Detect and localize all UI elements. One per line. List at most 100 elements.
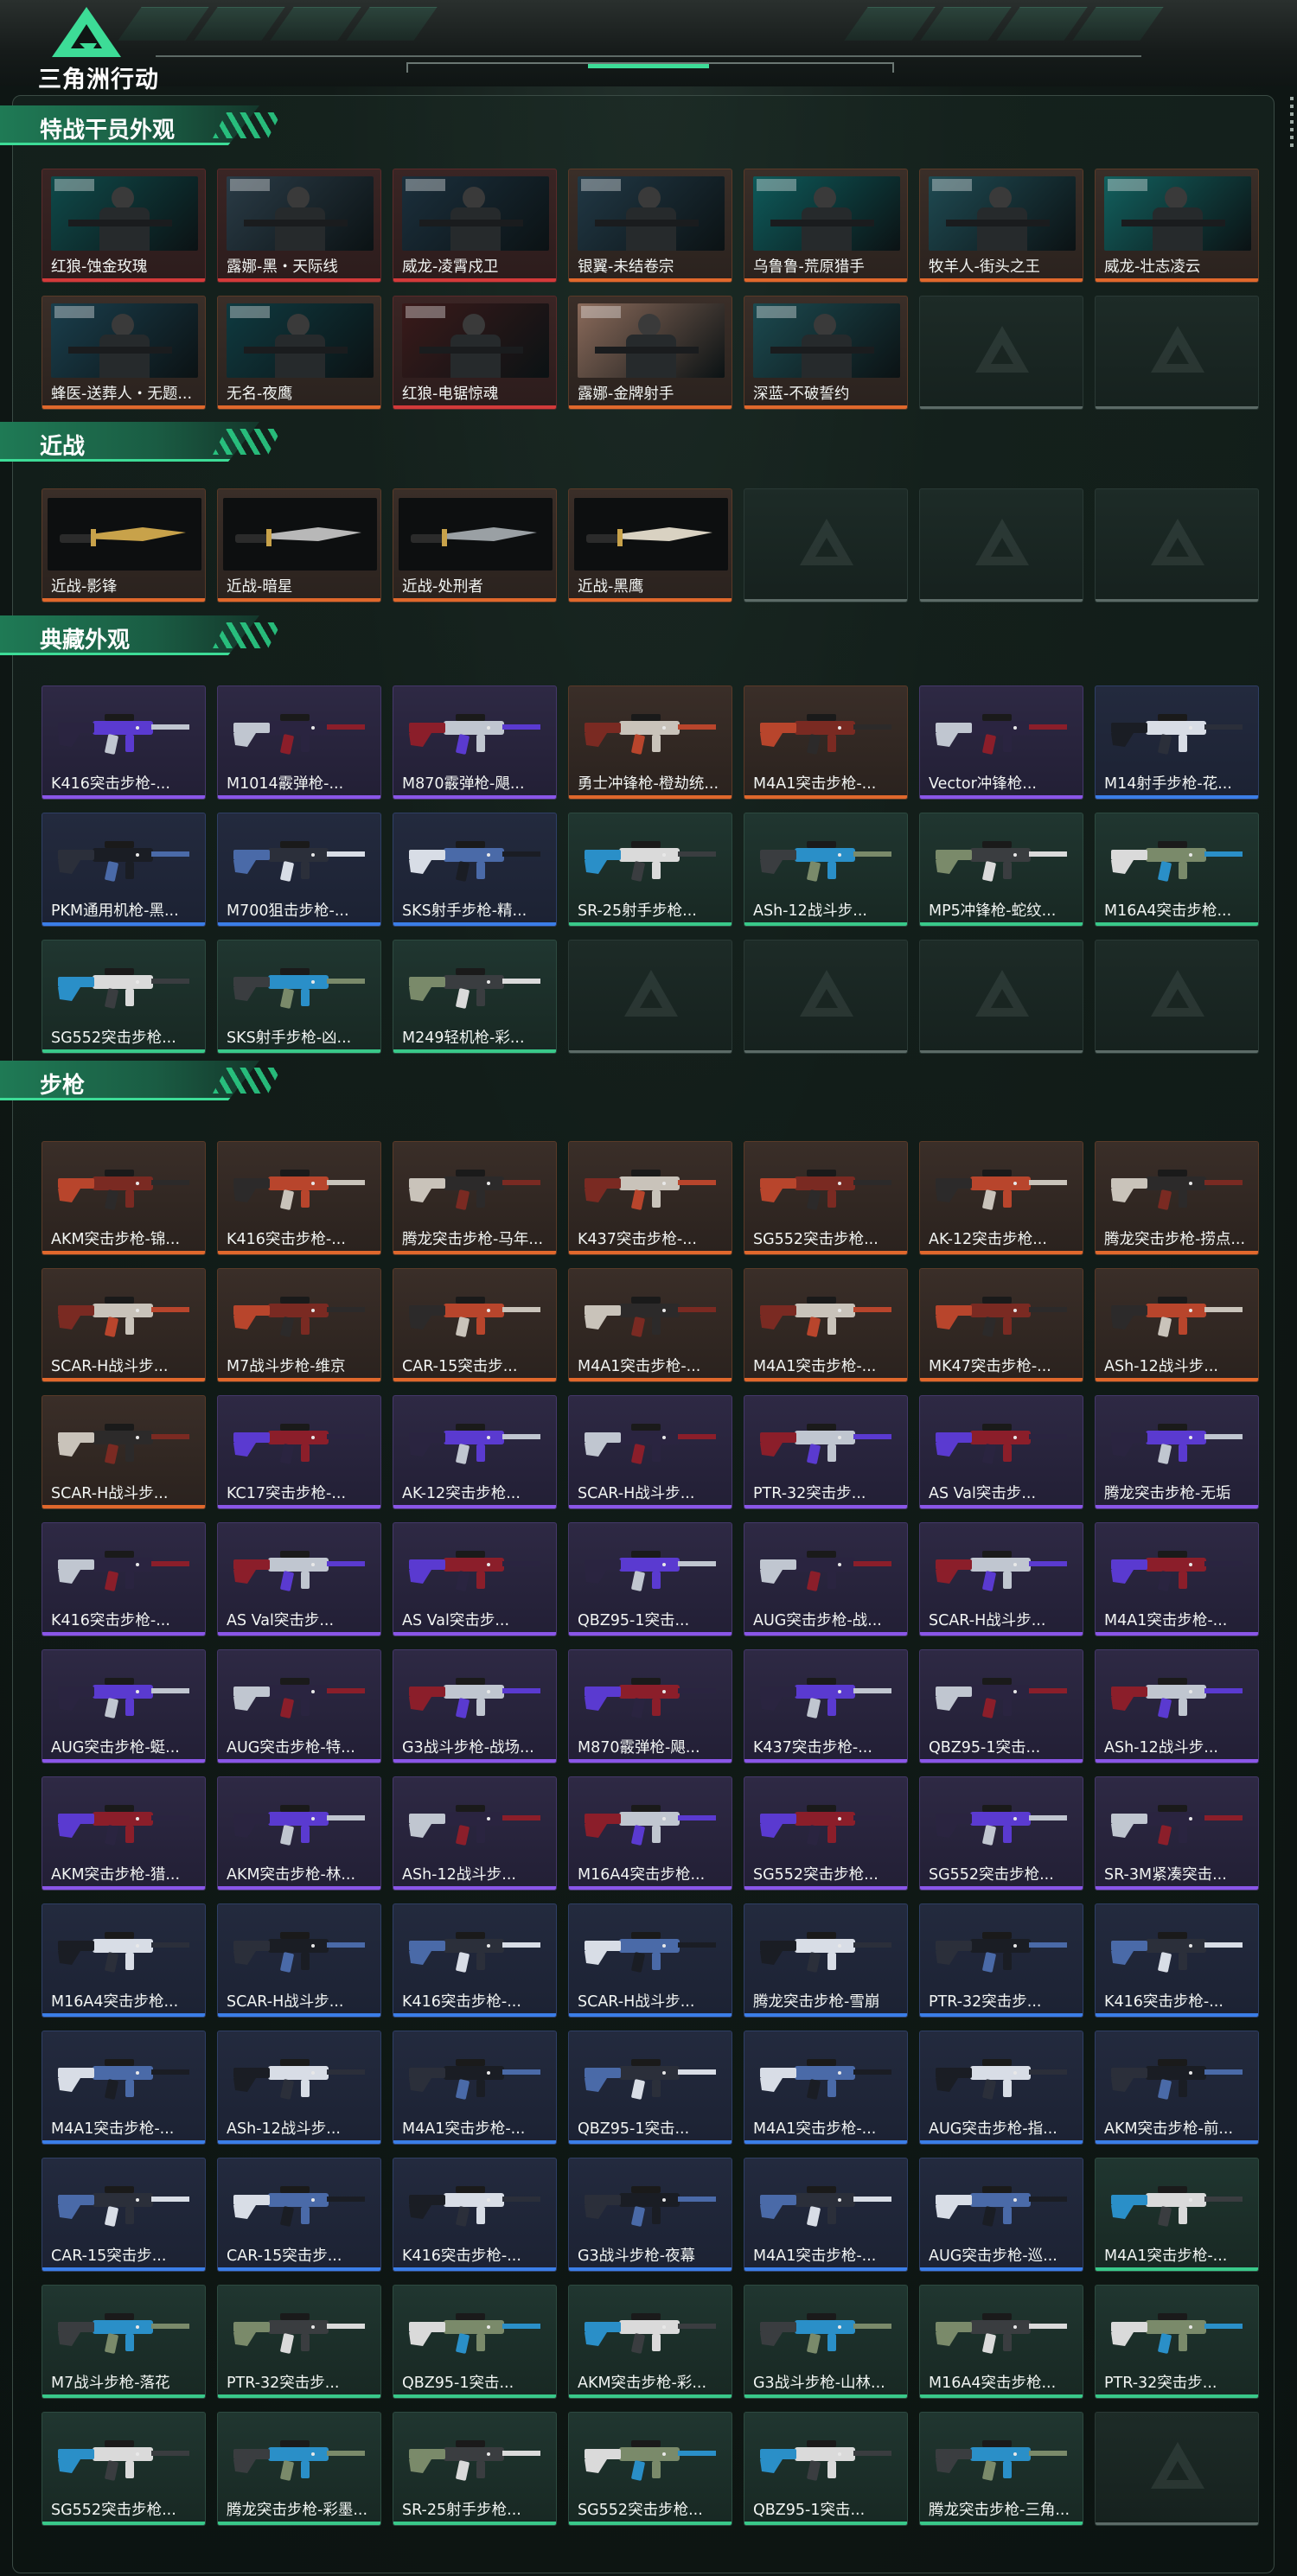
skin-card[interactable]: SCAR-H战斗步... <box>42 1268 206 1382</box>
skin-card[interactable]: AUG突击步枪-特... <box>217 1649 381 1763</box>
skin-card[interactable]: 腾龙突击步枪-彩墨... <box>217 2412 381 2526</box>
skin-card[interactable]: SG552突击步枪... <box>42 2412 206 2526</box>
skin-card[interactable]: M16A4突击步枪... <box>568 1776 732 1891</box>
skin-card[interactable]: M16A4突击步枪... <box>919 2285 1083 2399</box>
skin-card[interactable]: K416突击步枪-... <box>393 2158 557 2272</box>
skin-card[interactable]: AKM突击步枪-林... <box>217 1776 381 1891</box>
skin-card[interactable]: 蜂医-送葬人・无题... <box>42 296 206 410</box>
skin-card[interactable]: 近战-影锋 <box>42 488 206 603</box>
skin-card[interactable]: SCAR-H战斗步... <box>217 1903 381 2018</box>
skin-card[interactable]: M16A4突击步枪... <box>42 1903 206 2018</box>
skin-card[interactable]: M870霰弹枪-飓... <box>393 685 557 800</box>
skin-card[interactable]: SG552突击步枪... <box>568 2412 732 2526</box>
skin-card[interactable]: ASh-12战斗步... <box>217 2031 381 2145</box>
skin-card[interactable]: ASh-12战斗步... <box>1095 1649 1259 1763</box>
skin-card[interactable]: 腾龙突击步枪-无垢 <box>1095 1395 1259 1509</box>
skin-card[interactable]: QBZ95-1突击... <box>568 2031 732 2145</box>
skin-card[interactable]: 牧羊人-街头之王 <box>919 169 1083 283</box>
skin-card[interactable]: 近战-处刑者 <box>393 488 557 603</box>
skin-card[interactable]: M4A1突击步枪-... <box>42 2031 206 2145</box>
skin-card[interactable]: K437突击步枪-... <box>568 1141 732 1255</box>
skin-card[interactable]: AUG突击步枪-战... <box>744 1522 908 1636</box>
skin-card[interactable]: 腾龙突击步枪-捞点... <box>1095 1141 1259 1255</box>
skin-card[interactable]: M700狙击步枪-... <box>217 813 381 927</box>
skin-card[interactable]: SR-25射手步枪... <box>568 813 732 927</box>
skin-card[interactable]: M4A1突击步枪-... <box>1095 2158 1259 2272</box>
skin-card[interactable]: AK-12突击步枪... <box>393 1395 557 1509</box>
skin-card[interactable]: AS Val突击步... <box>919 1395 1083 1509</box>
skin-card[interactable]: QBZ95-1突击... <box>744 2412 908 2526</box>
skin-card[interactable]: M16A4突击步枪... <box>1095 813 1259 927</box>
skin-card[interactable]: M4A1突击步枪-... <box>744 685 908 800</box>
skin-card[interactable]: SG552突击步枪... <box>42 940 206 1054</box>
skin-card[interactable]: K437突击步枪-... <box>744 1649 908 1763</box>
skin-card[interactable]: Vector冲锋枪... <box>919 685 1083 800</box>
skin-card[interactable]: 勇士冲锋枪-橙劫统... <box>568 685 732 800</box>
skin-card[interactable]: PTR-32突击步... <box>744 1395 908 1509</box>
skin-card[interactable]: AS Val突击步... <box>393 1522 557 1636</box>
skin-card[interactable]: K416突击步枪-... <box>217 1141 381 1255</box>
skin-card[interactable]: QBZ95-1突击... <box>568 1522 732 1636</box>
skin-card[interactable]: K416突击步枪-... <box>393 1903 557 2018</box>
skin-card[interactable]: SG552突击步枪... <box>744 1141 908 1255</box>
skin-card[interactable]: MP5冲锋枪-蛇纹... <box>919 813 1083 927</box>
skin-card[interactable]: M4A1突击步枪-... <box>1095 1522 1259 1636</box>
skin-card[interactable]: SR-25射手步枪... <box>393 2412 557 2526</box>
skin-card[interactable]: K416突击步枪-... <box>42 1522 206 1636</box>
skin-card[interactable]: SKS射手步枪-精... <box>393 813 557 927</box>
skin-card[interactable]: 红狼-蚀金玫瑰 <box>42 169 206 283</box>
skin-card[interactable]: 银翼-未结卷宗 <box>568 169 732 283</box>
skin-card[interactable]: 腾龙突击步枪-马年... <box>393 1141 557 1255</box>
skin-card[interactable]: 红狼-电锯惊魂 <box>393 296 557 410</box>
skin-card[interactable]: AK-12突击步枪... <box>919 1141 1083 1255</box>
skin-card[interactable]: M14射手步枪-花... <box>1095 685 1259 800</box>
skin-card[interactable]: PTR-32突击步... <box>919 1903 1083 2018</box>
skin-card[interactable]: 无名-夜鹰 <box>217 296 381 410</box>
skin-card[interactable]: M4A1突击步枪-... <box>393 2031 557 2145</box>
skin-card[interactable]: M4A1突击步枪-... <box>744 1268 908 1382</box>
skin-card[interactable]: PTR-32突击步... <box>1095 2285 1259 2399</box>
skin-card[interactable]: M7战斗步枪-维京 <box>217 1268 381 1382</box>
skin-card[interactable]: 威龙-壮志凌云 <box>1095 169 1259 283</box>
skin-card[interactable]: M4A1突击步枪-... <box>744 2158 908 2272</box>
skin-card[interactable]: ASh-12战斗步... <box>1095 1268 1259 1382</box>
skin-card[interactable]: AUG突击步枪-蜓... <box>42 1649 206 1763</box>
skin-card[interactable]: 腾龙突击步枪-雪崩 <box>744 1903 908 2018</box>
skin-card[interactable]: AKM突击步枪-猎... <box>42 1776 206 1891</box>
skin-card[interactable]: 深蓝-不破誓约 <box>744 296 908 410</box>
skin-card[interactable]: SCAR-H战斗步... <box>919 1522 1083 1636</box>
skin-card[interactable]: 腾龙突击步枪-三角... <box>919 2412 1083 2526</box>
skin-card[interactable]: AUG突击步枪-巡... <box>919 2158 1083 2272</box>
skin-card[interactable]: M4A1突击步枪-... <box>744 2031 908 2145</box>
skin-card[interactable]: QBZ95-1突击... <box>393 2285 557 2399</box>
skin-card[interactable]: PTR-32突击步... <box>217 2285 381 2399</box>
skin-card[interactable]: 近战-暗星 <box>217 488 381 603</box>
skin-card[interactable]: AKM突击步枪-彩... <box>568 2285 732 2399</box>
skin-card[interactable]: SKS射手步枪-凶... <box>217 940 381 1054</box>
skin-card[interactable]: AKM突击步枪-锦... <box>42 1141 206 1255</box>
skin-card[interactable]: 乌鲁鲁-荒原猎手 <box>744 169 908 283</box>
skin-card[interactable]: 威龙-凌霄戍卫 <box>393 169 557 283</box>
skin-card[interactable]: KC17突击步枪-... <box>217 1395 381 1509</box>
skin-card[interactable]: QBZ95-1突击... <box>919 1649 1083 1763</box>
skin-card[interactable]: AS Val突击步... <box>217 1522 381 1636</box>
skin-card[interactable]: MK47突击步枪-... <box>919 1268 1083 1382</box>
skin-card[interactable]: K416突击步枪-... <box>1095 1903 1259 2018</box>
skin-card[interactable]: M870霰弹枪-飓... <box>568 1649 732 1763</box>
skin-card[interactable]: PKM通用机枪-黑... <box>42 813 206 927</box>
skin-card[interactable]: SCAR-H战斗步... <box>42 1395 206 1509</box>
skin-card[interactable]: SCAR-H战斗步... <box>568 1903 732 2018</box>
skin-card[interactable]: SG552突击步枪... <box>744 1776 908 1891</box>
skin-card[interactable]: G3战斗步枪-山林... <box>744 2285 908 2399</box>
skin-card[interactable]: SR-3M紧凑突击... <box>1095 1776 1259 1891</box>
skin-card[interactable]: 露娜-黑・天际线 <box>217 169 381 283</box>
skin-card[interactable]: 露娜-金牌射手 <box>568 296 732 410</box>
skin-card[interactable]: CAR-15突击步... <box>217 2158 381 2272</box>
skin-card[interactable]: AKM突击步枪-前... <box>1095 2031 1259 2145</box>
skin-card[interactable]: M249轻机枪-彩... <box>393 940 557 1054</box>
skin-card[interactable]: M4A1突击步枪-... <box>568 1268 732 1382</box>
skin-card[interactable]: M7战斗步枪-落花 <box>42 2285 206 2399</box>
skin-card[interactable]: SCAR-H战斗步... <box>568 1395 732 1509</box>
skin-card[interactable]: K416突击步枪-... <box>42 685 206 800</box>
skin-card[interactable]: CAR-15突击步... <box>393 1268 557 1382</box>
